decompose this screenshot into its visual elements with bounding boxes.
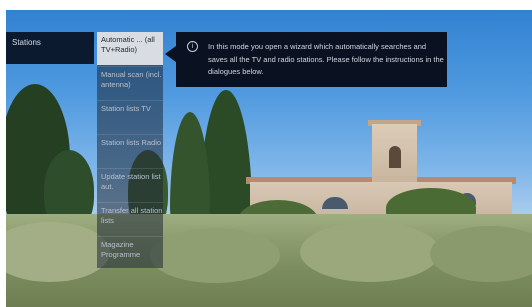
section-title: Stations <box>6 32 94 64</box>
menu-item-label: Automatic ... (all TV+Radio) <box>101 35 155 54</box>
bell-window <box>389 146 401 168</box>
info-panel: i In this mode you open a wizard which a… <box>176 32 447 87</box>
menu-item-magazine-programme[interactable]: Magazine Programme <box>97 236 163 268</box>
menu-item-transfer-station-lists[interactable]: Transfer all station lists <box>97 202 163 235</box>
menu-item-label: Station lists Radio <box>101 138 162 147</box>
menu-item-label: Station lists TV <box>101 104 151 113</box>
menu-item-manual-scan[interactable]: Manual scan (incl. antenna) <box>97 66 163 99</box>
info-text: In this mode you open a wizard which aut… <box>208 42 444 76</box>
bush <box>300 222 440 282</box>
tv-screen: Stations Automatic ... (all TV+Radio) Ma… <box>0 0 532 307</box>
menu-item-label: Update station list aut. <box>101 172 161 191</box>
menu-item-label: Transfer all station lists <box>101 206 163 225</box>
menu-item-station-lists-tv[interactable]: Station lists TV <box>97 100 163 133</box>
menu-item-station-lists-radio[interactable]: Station lists Radio <box>97 134 163 167</box>
info-pointer <box>165 46 176 62</box>
bush <box>150 228 280 283</box>
menu-item-update-station-list[interactable]: Update station list aut. <box>97 168 163 201</box>
menu-item-label: Magazine Programme <box>101 240 141 259</box>
menu-item-label: Manual scan (incl. antenna) <box>101 70 162 89</box>
menu-item-automatic-scan[interactable]: Automatic ... (all TV+Radio) <box>97 32 163 65</box>
frame-top-border <box>0 0 532 10</box>
info-icon: i <box>187 41 198 52</box>
